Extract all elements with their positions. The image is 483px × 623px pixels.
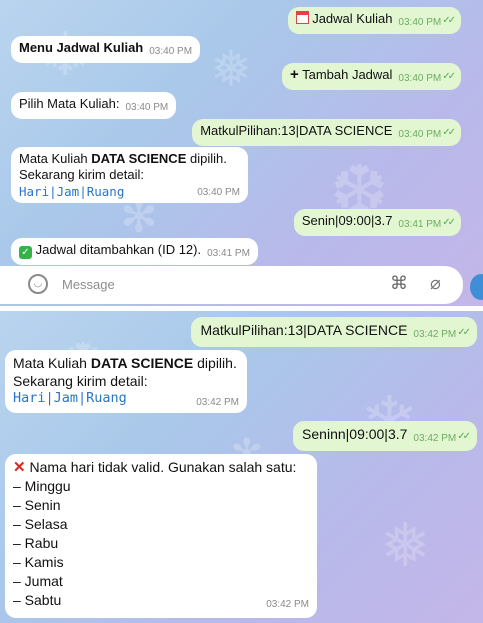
message-out[interactable]: Seninn|09:00|3.7 03:42 PM✓✓: [293, 421, 477, 451]
read-ticks-icon: ✓✓: [442, 71, 456, 82]
message-out[interactable]: MatkulPilihan:13|DATA SCIENCE 03:40 PM✓✓: [192, 119, 461, 146]
list-item: – Kamis: [13, 554, 64, 570]
message-time: 03:41 PM: [207, 248, 250, 259]
read-ticks-icon: ✓✓: [442, 127, 456, 138]
read-ticks-icon: ✓✓: [442, 217, 456, 228]
message-time: 03:42 PM: [413, 329, 457, 340]
emoji-icon[interactable]: ◡: [28, 274, 48, 294]
attach-icon[interactable]: ⌀: [430, 273, 441, 294]
message-text: MatkulPilihan:13|DATA SCIENCE: [200, 322, 408, 338]
message-out[interactable]: Senin|09:00|3.7 03:41 PM✓✓: [293, 209, 461, 236]
message-in[interactable]: Mata Kuliah DATA SCIENCE dipilih. Sekara…: [11, 147, 248, 203]
message-text: Seninn|09:00|3.7: [302, 426, 408, 442]
message-line: Sekarang kirim detail:: [19, 167, 144, 183]
chat-screenshot-top: ❄ ❅ ❆ ✻ Jadwal Kuliah03:40 PM✓✓ Menu Jad…: [0, 0, 483, 306]
command-icon[interactable]: ⌘: [390, 273, 408, 294]
list-item: – Minggu: [13, 478, 71, 494]
message-in[interactable]: ✕ Nama hari tidak valid. Gunakan salah s…: [5, 454, 317, 618]
message-out[interactable]: + Tambah Jadwal 03:40 PM✓✓: [281, 63, 461, 90]
list-item: – Sabtu: [13, 592, 62, 608]
cross-icon: ✕: [13, 459, 26, 476]
message-text: Jadwal ditambahkan (ID 12).: [35, 242, 202, 257]
message-time: 03:40 PM: [398, 17, 442, 28]
message-in[interactable]: Menu Jadwal Kuliah 03:40 PM: [11, 36, 201, 63]
send-icon[interactable]: [470, 274, 483, 300]
message-text: Senin|09:00|3.7: [301, 213, 393, 228]
calendar-icon: [295, 11, 309, 24]
list-item: – Rabu: [13, 535, 59, 551]
message-text: Tambah Jadwal: [302, 67, 393, 82]
read-ticks-icon: ✓✓: [442, 15, 456, 26]
plus-icon: +: [289, 66, 299, 83]
message-time: 03:41 PM: [398, 219, 442, 230]
message-time: 03:40 PM: [398, 73, 442, 84]
message-line: Mata Kuliah DATA SCIENCE dipilih.: [13, 355, 237, 371]
message-input-bar: ◡ Message ⌘ ⌀: [0, 266, 463, 304]
message-time: 03:40 PM: [125, 102, 169, 113]
message-text: Menu Jadwal Kuliah: [19, 40, 144, 55]
read-ticks-icon: ✓✓: [457, 327, 471, 338]
message-text: MatkulPilihan:13|DATA SCIENCE: [200, 123, 393, 138]
message-text: Jadwal Kuliah: [312, 11, 393, 26]
message-time: 03:40 PM: [149, 46, 193, 57]
message-line: Sekarang kirim detail:: [13, 372, 148, 389]
message-input[interactable]: Message: [62, 277, 115, 292]
list-item: – Selasa: [13, 516, 68, 532]
list-item: – Senin: [13, 497, 61, 513]
check-icon: ✓: [19, 246, 32, 259]
message-in[interactable]: Pilih Mata Kuliah: 03:40 PM: [11, 92, 177, 119]
message-time: 03:42 PM: [413, 433, 457, 444]
message-time: 03:42 PM: [196, 396, 239, 408]
message-out[interactable]: Jadwal Kuliah 03:40 PM✓✓: [287, 7, 461, 34]
list-item: – Jumat: [13, 573, 63, 589]
snowflake-decor: ❅: [210, 40, 252, 98]
message-in[interactable]: ✓ Jadwal ditambahkan (ID 12). 03:41 PM: [11, 238, 258, 265]
message-time: 03:40 PM: [197, 186, 240, 198]
message-line: Mata Kuliah DATA SCIENCE dipilih.: [19, 151, 227, 166]
message-text: Pilih Mata Kuliah:: [19, 96, 120, 111]
snowflake-decor: ❅: [380, 511, 431, 581]
message-line: ✕ Nama hari tidak valid. Gunakan salah s…: [13, 459, 297, 476]
message-time: 03:42 PM: [266, 599, 309, 610]
chat-screenshot-bottom: ❆ ❄ ❅ ✻ MatkulPilihan:13|DATA SCIENCE03:…: [0, 311, 483, 623]
read-ticks-icon: ✓✓: [457, 431, 471, 442]
message-in[interactable]: Mata Kuliah DATA SCIENCE dipilih. Sekara…: [5, 350, 247, 413]
message-out[interactable]: MatkulPilihan:13|DATA SCIENCE 03:42 PM✓✓: [191, 317, 477, 347]
message-time: 03:40 PM: [398, 129, 442, 140]
